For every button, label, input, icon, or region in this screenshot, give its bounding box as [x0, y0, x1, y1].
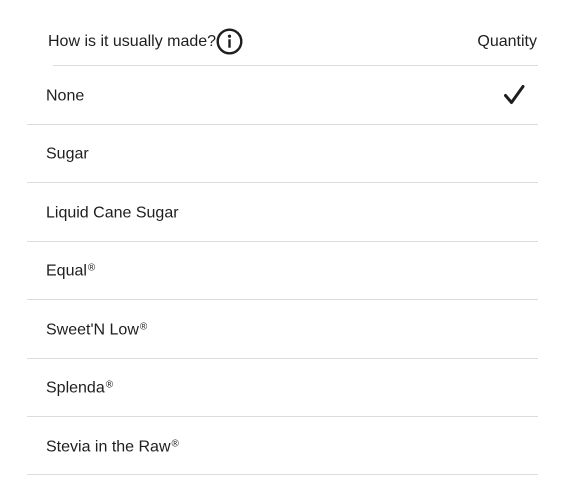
option-row-stevia-in-the-raw[interactable]: Stevia in the Raw®	[27, 417, 538, 475]
checkmark-icon	[504, 84, 525, 104]
option-row-splenda[interactable]: Splenda®	[27, 359, 538, 417]
info-circle-icon[interactable]	[216, 28, 243, 55]
option-row-sweet-n-low[interactable]: Sweet'N Low®	[27, 300, 538, 359]
option-row-equal[interactable]: Equal®	[27, 242, 538, 300]
option-label: Sweet'N Low®	[46, 321, 148, 339]
option-label: Liquid Cane Sugar	[46, 204, 179, 222]
option-label: Splenda®	[46, 379, 114, 397]
option-label: Sugar	[46, 145, 89, 163]
option-label: Equal®	[46, 262, 96, 280]
option-row-sugar[interactable]: Sugar	[27, 125, 538, 183]
option-row-liquid-cane-sugar[interactable]: Liquid Cane Sugar	[27, 183, 538, 242]
section-question: How is it usually made?	[48, 33, 217, 50]
sweetener-option-list: None Sugar Liquid Cane Sugar Equal® Swee…	[27, 66, 538, 475]
quantity-label: Quantity	[477, 33, 537, 50]
option-label: Stevia in the Raw®	[46, 438, 179, 455]
option-label: None	[46, 87, 85, 105]
section-header: How is it usually made? Quantity	[0, 0, 564, 66]
option-row-none[interactable]: None	[27, 66, 538, 125]
